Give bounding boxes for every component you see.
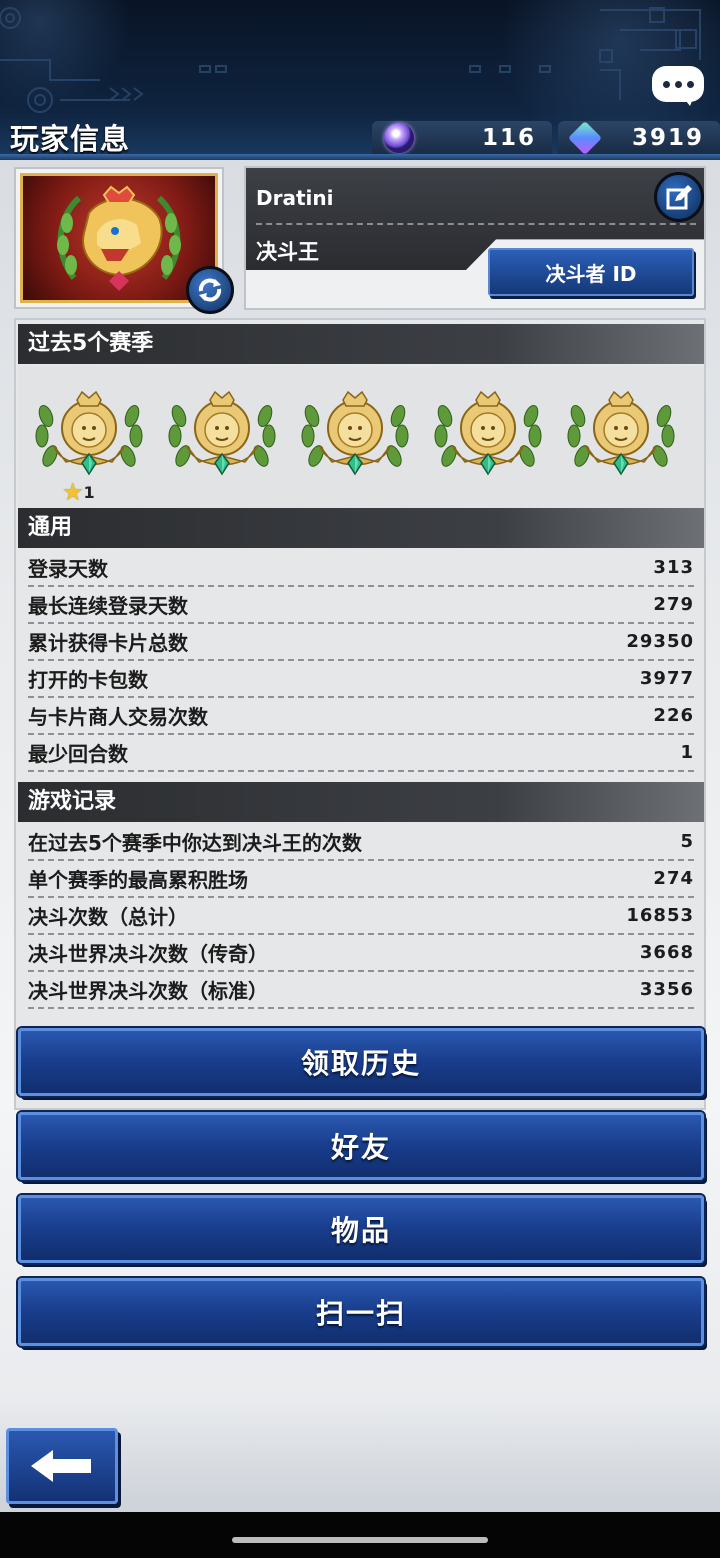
- friends-button[interactable]: 好友: [18, 1112, 704, 1180]
- header-divider: [0, 154, 720, 160]
- stat-value: 16853: [626, 905, 694, 926]
- edit-icon[interactable]: [654, 172, 704, 222]
- stat-row: 在过去5个赛季中你达到决斗王的次数 5: [28, 824, 694, 861]
- section-header-seasons: 过去5个赛季: [18, 324, 704, 364]
- stat-value: 1: [680, 742, 694, 763]
- gem-icon: [384, 123, 414, 153]
- stat-value: 3977: [639, 668, 694, 689]
- claim-history-button[interactable]: 领取历史: [18, 1028, 704, 1096]
- player-title: 决斗王: [256, 240, 319, 264]
- system-bottom-bar: [0, 1512, 720, 1558]
- top-header: 玩家信息 116 3919: [0, 0, 720, 160]
- gem-count: 116: [481, 125, 536, 151]
- pencil-icon: [666, 185, 692, 210]
- season-medal-icon[interactable]: [165, 386, 279, 482]
- items-button[interactable]: 物品: [18, 1195, 704, 1263]
- stats-panel: 过去5个赛季 ★ 1 通用 登录天数 313 最长连续登录天数 279 累计获得…: [14, 318, 706, 1110]
- stat-row: 累计获得卡片总数 29350: [28, 624, 694, 661]
- stat-label: 登录天数: [28, 557, 108, 581]
- star-count: 1: [83, 482, 95, 502]
- season-medals: ★ 1: [18, 366, 704, 508]
- stat-label: 与卡片商人交易次数: [28, 705, 208, 729]
- chat-icon[interactable]: [652, 66, 704, 106]
- stat-row: 最长连续登录天数 279: [28, 587, 694, 624]
- stat-row: 决斗世界决斗次数（传奇） 3668: [28, 935, 694, 972]
- stat-row: 与卡片商人交易次数 226: [28, 698, 694, 735]
- stat-row: 单个赛季的最高累积胜场 274: [28, 861, 694, 898]
- home-indicator[interactable]: [232, 1537, 488, 1543]
- stat-label: 决斗世界决斗次数（传奇）: [28, 942, 268, 966]
- stat-label: 最长连续登录天数: [28, 594, 188, 618]
- stat-value: 29350: [626, 631, 694, 652]
- refresh-arrows-icon: [198, 278, 222, 302]
- crystal-currency: 3919: [558, 121, 720, 155]
- season-medal-icon[interactable]: [32, 386, 146, 482]
- stat-value: 274: [653, 868, 694, 889]
- page-title: 玩家信息: [10, 122, 131, 156]
- section-header-general: 通用: [18, 508, 704, 548]
- player-info-panel: Dratini 决斗王 决斗者 ID: [244, 166, 706, 310]
- scan-button[interactable]: 扫一扫: [18, 1278, 704, 1346]
- refresh-icon[interactable]: [186, 266, 234, 314]
- stat-value: 3668: [639, 942, 694, 963]
- stat-label: 在过去5个赛季中你达到决斗王的次数: [28, 831, 362, 855]
- back-arrow-icon: [31, 1450, 91, 1482]
- stat-value: 3356: [639, 979, 694, 1000]
- season-medal-icon[interactable]: [298, 386, 412, 482]
- player-name: Dratini: [256, 186, 334, 210]
- duelist-id-button[interactable]: 决斗者 ID: [488, 248, 694, 296]
- stat-row: 登录天数 313: [28, 550, 694, 587]
- stat-value: 279: [653, 594, 694, 615]
- lion-emblem-icon: [57, 185, 181, 291]
- stat-value: 313: [653, 557, 694, 578]
- section-header-records: 游戏记录: [18, 782, 704, 822]
- season-medal-icon[interactable]: [431, 386, 545, 482]
- stat-value: 226: [653, 705, 694, 726]
- stat-value: 5: [680, 831, 694, 852]
- stat-label: 最少回合数: [28, 742, 128, 766]
- stat-row: 打开的卡包数 3977: [28, 661, 694, 698]
- stat-row: 决斗次数（总计） 16853: [28, 898, 694, 935]
- stat-row: 决斗世界决斗次数（标准） 3356: [28, 972, 694, 1009]
- stat-label: 打开的卡包数: [28, 668, 148, 692]
- circuit-background: [0, 7, 701, 113]
- crystal-icon: [568, 121, 602, 155]
- stat-label: 累计获得卡片总数: [28, 631, 188, 655]
- gem-currency: 116: [372, 121, 552, 155]
- stat-label: 决斗世界决斗次数（标准）: [28, 979, 268, 1003]
- stat-label: 单个赛季的最高累积胜场: [28, 868, 248, 892]
- crystal-count: 3919: [631, 125, 704, 151]
- stat-label: 决斗次数（总计）: [28, 905, 188, 929]
- star-badge: ★ 1: [62, 478, 95, 506]
- star-icon: ★: [62, 478, 84, 506]
- stat-row: 最少回合数 1: [28, 735, 694, 772]
- back-button[interactable]: [6, 1428, 118, 1504]
- divider: [256, 223, 696, 225]
- season-medal-icon[interactable]: [564, 386, 678, 482]
